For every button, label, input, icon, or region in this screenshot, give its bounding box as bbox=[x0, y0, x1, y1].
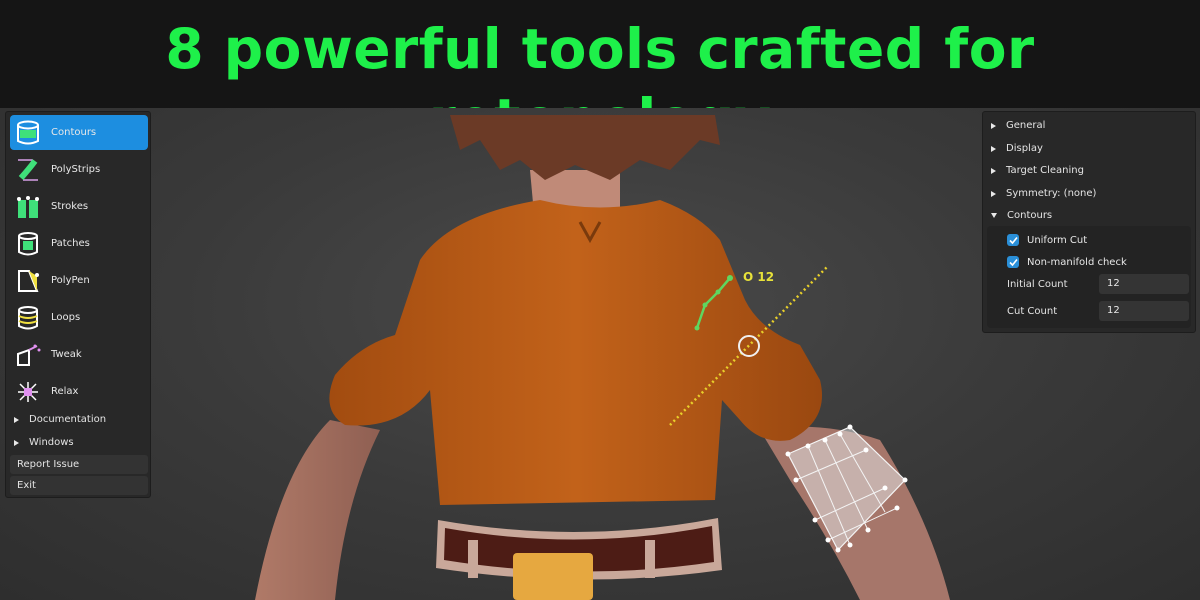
expand-icon bbox=[991, 167, 996, 174]
tool-tweak[interactable]: Tweak bbox=[10, 337, 148, 372]
tool-polypen[interactable]: PolyPen bbox=[10, 263, 148, 298]
polypen-icon bbox=[13, 266, 43, 296]
cut-count-label: Cut Count bbox=[1007, 306, 1058, 317]
tool-strokes[interactable]: Strokes bbox=[10, 189, 148, 224]
expand-icon bbox=[991, 145, 996, 152]
section-contours[interactable]: Contours bbox=[991, 210, 1052, 221]
loops-icon bbox=[13, 303, 43, 333]
checkbox-checked-icon bbox=[1007, 256, 1019, 268]
banner: 8 powerful tools crafted for retopology bbox=[0, 0, 1200, 151]
section-display[interactable]: Display bbox=[991, 143, 1043, 154]
tool-patches[interactable]: Patches bbox=[10, 226, 148, 261]
section-label: Display bbox=[1006, 143, 1043, 154]
checkbox-label: Uniform Cut bbox=[1027, 234, 1088, 246]
exit-button[interactable]: Exit bbox=[10, 476, 148, 495]
checkbox-checked-icon bbox=[1007, 234, 1019, 246]
relax-icon bbox=[13, 377, 43, 407]
tweak-icon bbox=[13, 340, 43, 370]
section-general[interactable]: General bbox=[991, 120, 1045, 131]
section-label: Target Cleaning bbox=[1006, 165, 1084, 176]
expand-icon bbox=[991, 190, 996, 197]
section-label: General bbox=[1006, 120, 1046, 131]
tool-contours[interactable]: Contours bbox=[10, 115, 148, 150]
collapse-icon bbox=[991, 213, 997, 218]
tool-relax[interactable]: Relax bbox=[10, 374, 148, 409]
tool-label: Strokes bbox=[51, 201, 89, 212]
initial-count-field[interactable]: 12 bbox=[1099, 274, 1189, 294]
shirt bbox=[329, 200, 822, 505]
section-symmetry[interactable]: Symmetry: (none) bbox=[991, 188, 1096, 199]
initial-count-label: Initial Count bbox=[1007, 279, 1068, 290]
expand-icon bbox=[991, 122, 996, 129]
report-issue-button[interactable]: Report Issue bbox=[10, 455, 148, 474]
tool-label: Relax bbox=[51, 386, 79, 397]
section-label: Contours bbox=[1007, 210, 1053, 221]
strokes-icon bbox=[13, 192, 43, 222]
tool-label: Loops bbox=[51, 312, 81, 323]
expand-icon bbox=[14, 416, 19, 423]
tool-label: PolyStrips bbox=[51, 164, 101, 175]
tool-loops[interactable]: Loops bbox=[10, 300, 148, 335]
section-windows[interactable]: Windows bbox=[14, 437, 74, 448]
polystrips-icon bbox=[13, 155, 43, 185]
checkbox-label: Non-manifold check bbox=[1027, 256, 1127, 268]
cut-count-label: O 12 bbox=[743, 270, 775, 284]
patches-icon bbox=[13, 229, 43, 259]
section-label: Symmetry: (none) bbox=[1006, 188, 1097, 199]
tool-label: Patches bbox=[51, 238, 90, 249]
uniform-cut-checkbox[interactable]: Uniform Cut bbox=[1007, 234, 1087, 246]
section-label: Documentation bbox=[29, 414, 107, 425]
belt-buckle bbox=[513, 553, 593, 600]
non-manifold-checkbox[interactable]: Non-manifold check bbox=[1007, 256, 1127, 268]
contours-options: Uniform Cut Non-manifold check Initial C… bbox=[987, 226, 1191, 328]
expand-icon bbox=[14, 439, 19, 446]
tools-panel: Contours PolyStrips Strokes Patches Poly… bbox=[5, 111, 151, 498]
contours-icon bbox=[13, 118, 43, 148]
left-forearm bbox=[255, 420, 380, 600]
tool-label: Contours bbox=[51, 127, 97, 138]
tool-polystrips[interactable]: PolyStrips bbox=[10, 152, 148, 187]
section-target-cleaning[interactable]: Target Cleaning bbox=[991, 165, 1084, 176]
section-label: Windows bbox=[29, 437, 74, 448]
tool-label: Tweak bbox=[51, 349, 82, 360]
tool-label: PolyPen bbox=[51, 275, 90, 286]
section-documentation[interactable]: Documentation bbox=[14, 414, 106, 425]
options-panel: General Display Target Cleaning Symmetry… bbox=[982, 111, 1196, 333]
cut-count-field[interactable]: 12 bbox=[1099, 301, 1189, 321]
